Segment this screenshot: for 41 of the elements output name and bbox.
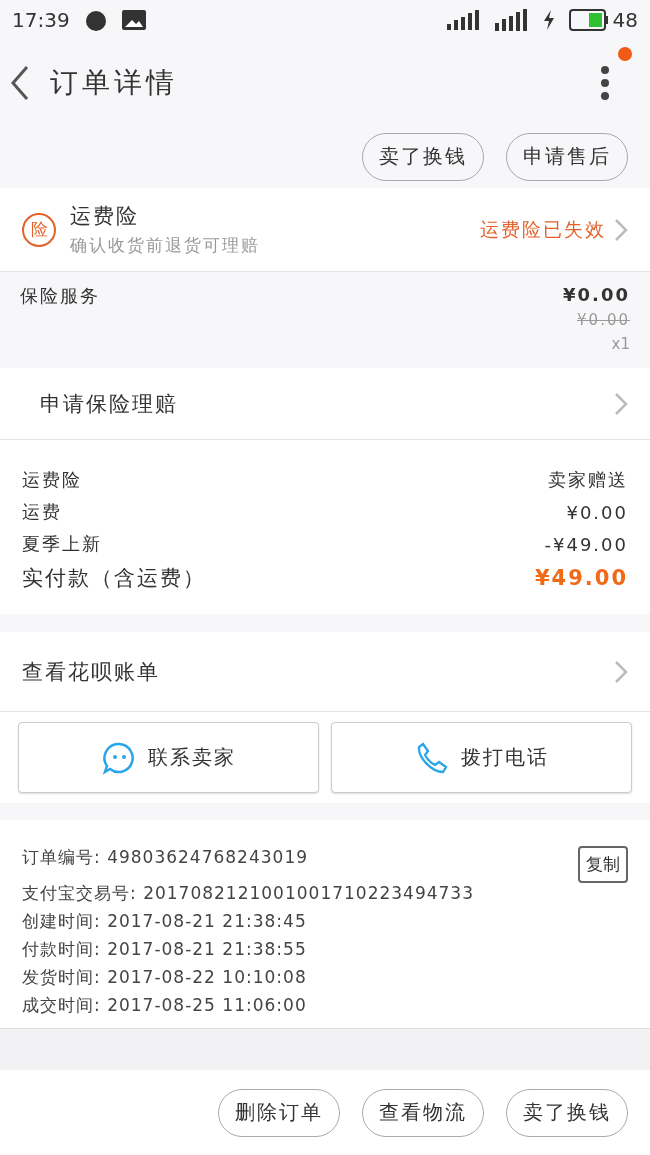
battery-percentage: 48 bbox=[612, 8, 638, 32]
quantity: x1 bbox=[611, 335, 630, 353]
chevron-icon bbox=[614, 659, 628, 684]
service-name: 保险服务 bbox=[20, 284, 100, 308]
back-icon[interactable] bbox=[10, 64, 30, 101]
charging-icon bbox=[542, 10, 555, 30]
signal-icon bbox=[446, 10, 481, 30]
order-info-line: 支付宝交易号: 2017082121001001710223494733 bbox=[22, 882, 475, 905]
insurance-title: 运费险 bbox=[70, 203, 140, 230]
mobile-signal-icon bbox=[494, 9, 529, 31]
more-menu-icon[interactable] bbox=[600, 64, 610, 101]
summary-label: 运费险 bbox=[22, 468, 82, 492]
summary-value: ¥0.00 bbox=[566, 501, 628, 523]
chevron-icon bbox=[614, 391, 628, 416]
image-icon bbox=[121, 10, 146, 30]
summary-value: ¥49.00 bbox=[534, 566, 628, 590]
order-info-line: 发货时间: 2017-08-22 10:10:08 bbox=[22, 966, 308, 989]
insurance-subtitle: 确认收货前退货可理赔 bbox=[70, 234, 261, 257]
status-time: 17:39 bbox=[12, 8, 70, 32]
summary-label: 实付款（含运费） bbox=[22, 565, 206, 592]
summary-value: 卖家赠送 bbox=[548, 468, 628, 492]
summary-label: 运费 bbox=[22, 500, 62, 524]
order-info-line: 付款时间: 2017-08-21 21:38:55 bbox=[22, 938, 308, 961]
battery-icon bbox=[568, 9, 609, 31]
order-info-line: 成交时间: 2017-08-25 11:06:00 bbox=[22, 994, 308, 1017]
insurance-badge: 险 bbox=[22, 212, 56, 247]
insurance-status: 运费险已失效 bbox=[480, 216, 606, 242]
original-price: ¥0.00 bbox=[577, 311, 630, 329]
page-title: 订单详情 bbox=[50, 64, 178, 101]
contact-button[interactable]: 拨打电话 bbox=[331, 722, 632, 793]
contact-button[interactable]: 联系卖家 bbox=[18, 722, 319, 793]
summary-value: -¥49.00 bbox=[544, 533, 628, 555]
claim-row[interactable]: 申请保险理赔 bbox=[0, 368, 650, 440]
service-price: ¥0.00 bbox=[563, 284, 630, 305]
copy-button[interactable]: 复制 bbox=[578, 846, 628, 883]
chat-bubble-icon bbox=[101, 740, 136, 775]
order-info-line: 创建时间: 2017-08-21 21:38:45 bbox=[22, 910, 308, 933]
chevron-icon bbox=[614, 217, 628, 242]
order-info-line: 订单编号: 49803624768243019 bbox=[22, 846, 309, 869]
summary-label: 夏季上新 bbox=[22, 532, 102, 556]
huabei-row[interactable]: 查看花呗账单 bbox=[0, 632, 650, 712]
